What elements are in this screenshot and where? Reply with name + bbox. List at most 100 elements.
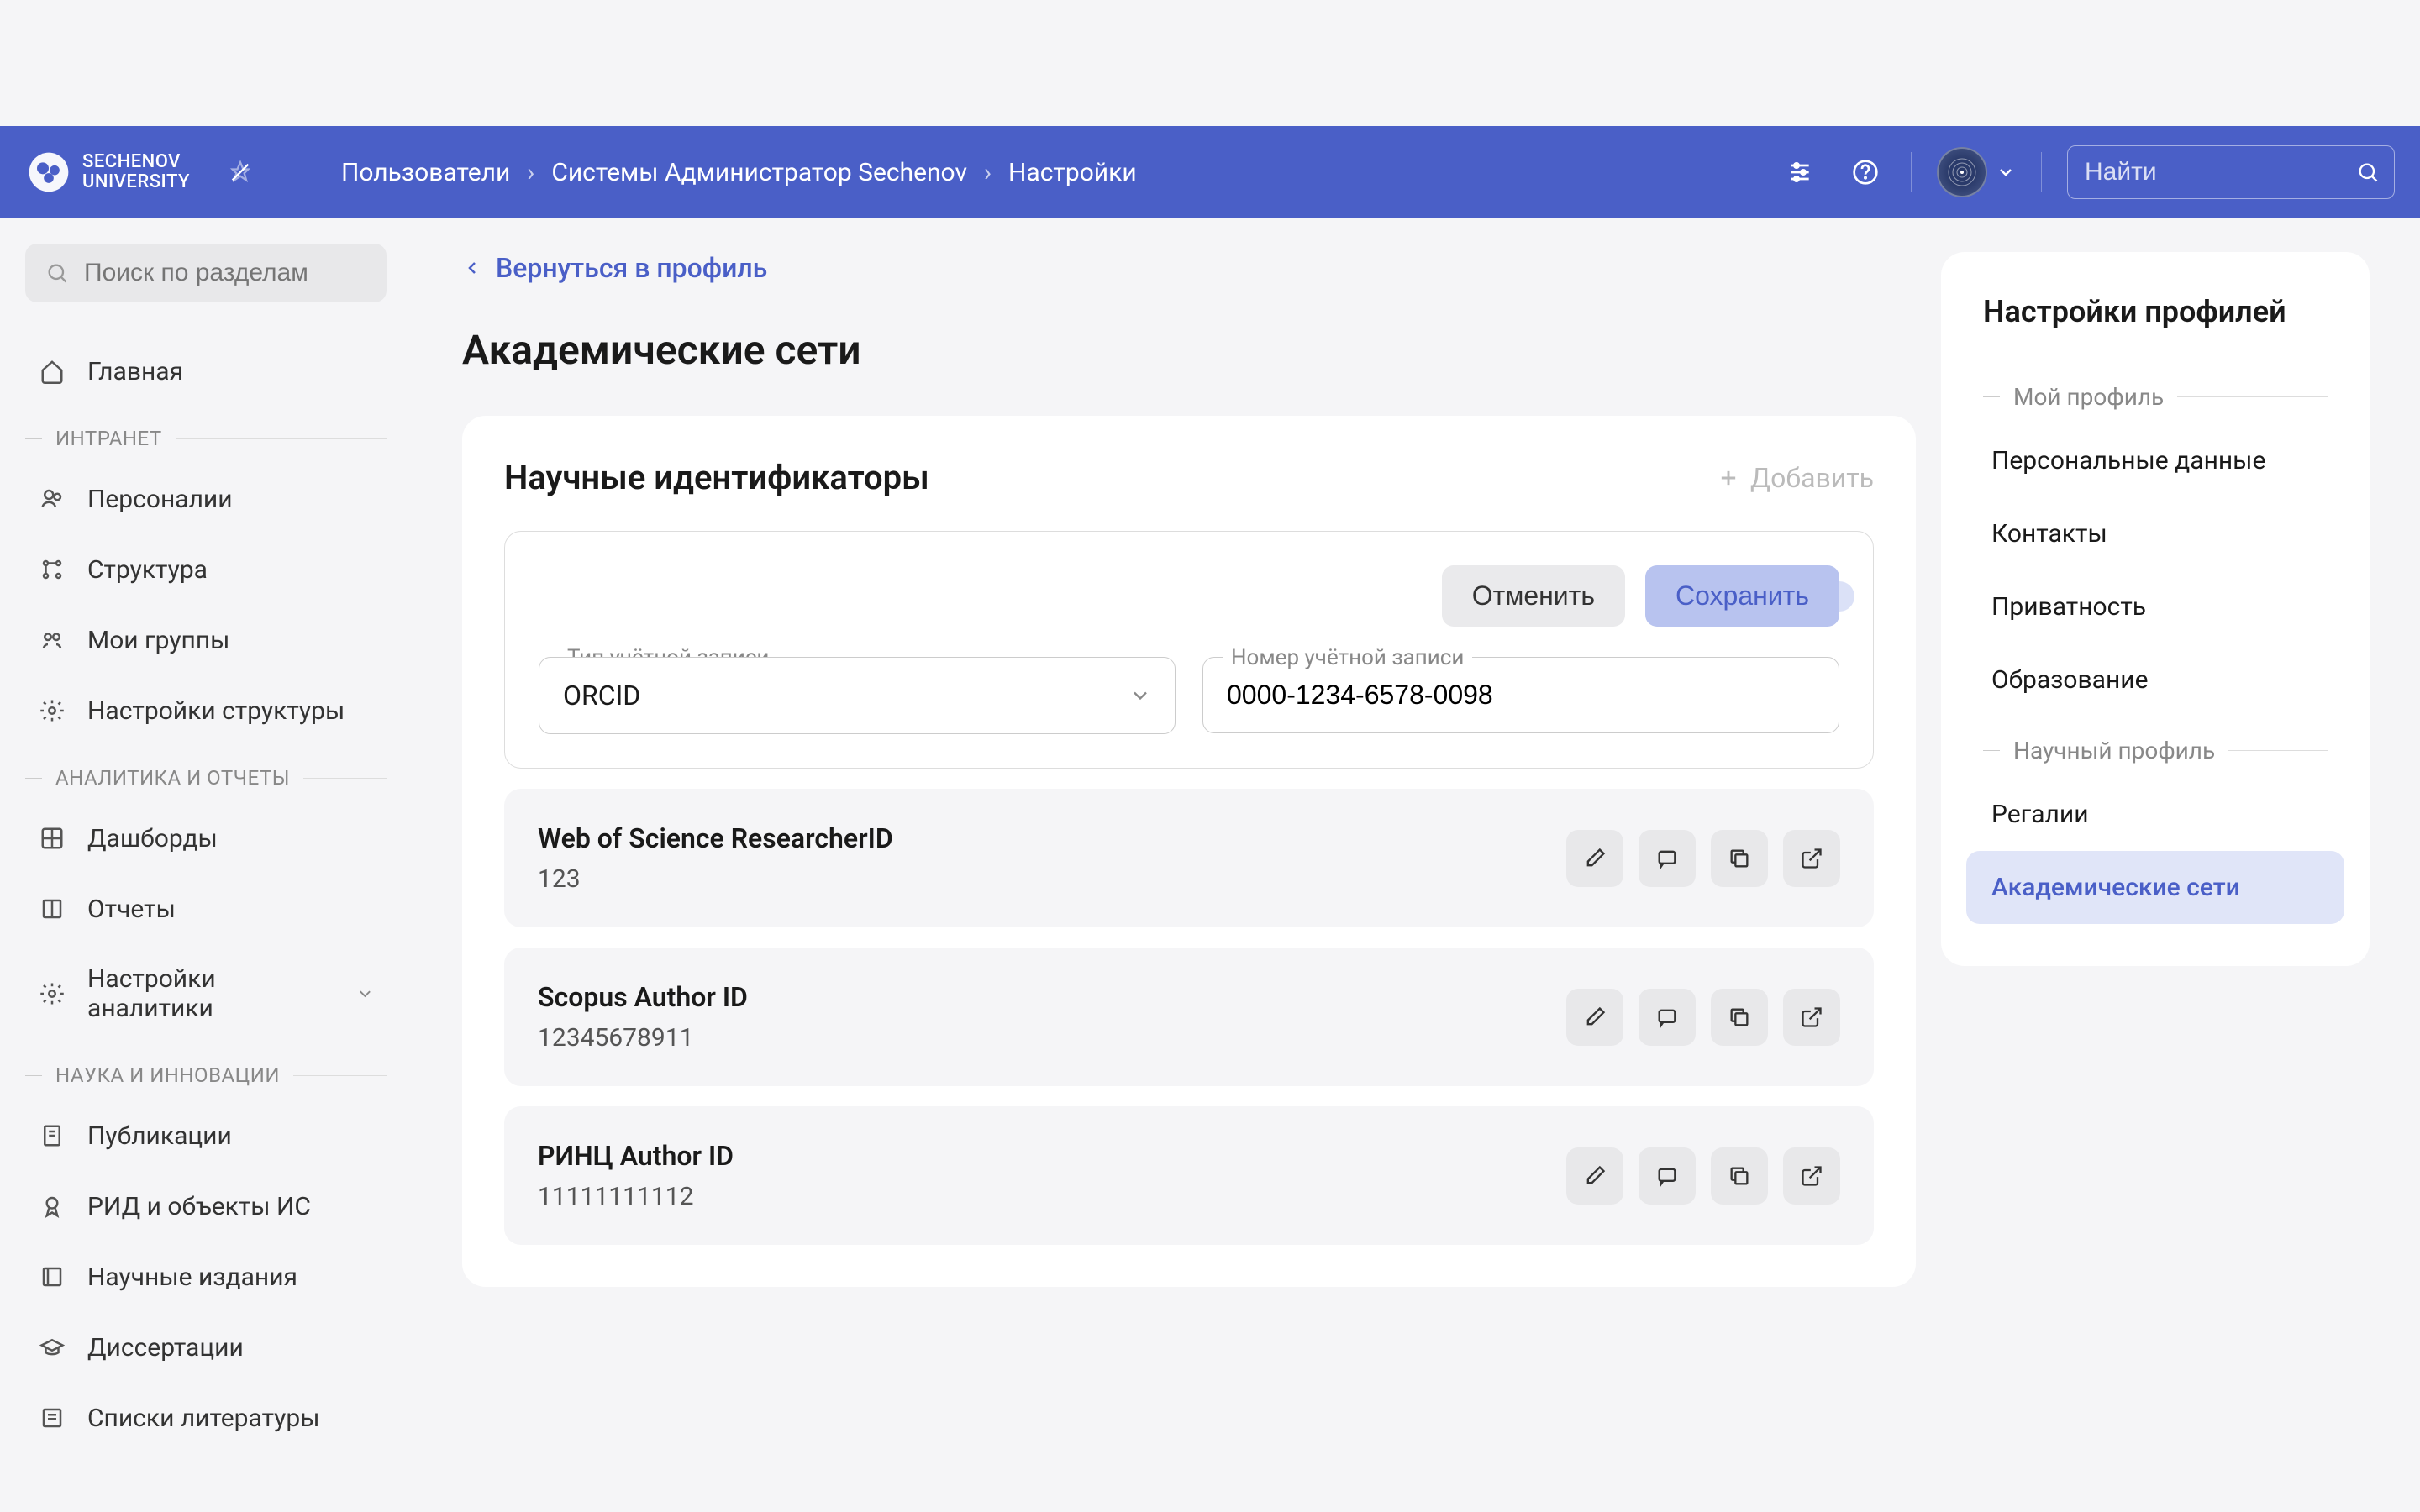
user-menu[interactable] [1937, 147, 2016, 197]
edit-button[interactable] [1566, 830, 1623, 887]
sliders-icon [1786, 159, 1813, 186]
chevron-down-icon [1996, 162, 2016, 182]
nav-label: Персоналии [87, 485, 233, 514]
fingerprint-icon [1945, 155, 1979, 189]
pin-icon [229, 160, 252, 184]
identifier-name: Web of Science ResearcherID [538, 822, 893, 854]
identifier-value: 11111111112 [538, 1182, 734, 1211]
external-link-button[interactable] [1783, 1147, 1840, 1205]
avatar [1937, 147, 1987, 197]
panel-item-regalia[interactable]: Регалии [1966, 778, 2344, 851]
copy-button[interactable] [1711, 989, 1768, 1046]
home-icon [37, 356, 67, 386]
nav-publications[interactable]: Публикации [25, 1100, 387, 1171]
save-button[interactable]: Сохранить [1645, 565, 1839, 627]
account-type-select[interactable]: ORCID [539, 657, 1176, 734]
panel-item-privacy[interactable]: Приватность [1966, 570, 2344, 643]
divider [2041, 152, 2042, 192]
breadcrumb-item[interactable]: Пользователи [341, 158, 510, 187]
award-icon [37, 1191, 67, 1221]
identifier-value: 12345678911 [538, 1023, 748, 1053]
breadcrumbs: Пользователи › Системы Администратор Sec… [341, 158, 1780, 187]
search-icon [2356, 160, 2380, 184]
pencil-icon [1583, 1164, 1607, 1188]
profile-settings-panel: Настройки профилей Мой профиль Персональ… [1941, 252, 2370, 966]
account-number-label: Номер учётной записи [1223, 645, 1472, 670]
chevron-right-icon: › [984, 158, 992, 187]
nav-label: Отчеты [87, 895, 176, 924]
nav-dissertations[interactable]: Диссертации [25, 1312, 387, 1383]
nav-personnel[interactable]: Персоналии [25, 464, 387, 534]
nav-structure[interactable]: Структура [25, 534, 387, 605]
gear-icon [37, 979, 67, 1009]
copy-icon [1728, 847, 1751, 870]
logo-text-1: SECHENOV [82, 152, 190, 172]
nav-label: Главная [87, 357, 183, 386]
comment-button[interactable] [1639, 1147, 1696, 1205]
pencil-icon [1583, 847, 1607, 870]
edit-button[interactable] [1566, 1147, 1623, 1205]
sidebar-search-input[interactable] [25, 244, 387, 302]
identifier-name: РИНЦ Author ID [538, 1140, 734, 1172]
logo-text-2: UNIVERSITY [82, 172, 190, 192]
chevron-left-icon [462, 258, 482, 278]
report-icon [37, 894, 67, 924]
divider [1911, 152, 1912, 192]
graduation-icon [37, 1332, 67, 1362]
nav-groups[interactable]: Мои группы [25, 605, 387, 675]
copy-button[interactable] [1711, 830, 1768, 887]
nav-bibliography[interactable]: Списки литературы [25, 1383, 387, 1453]
nav-label: Настройки структуры [87, 696, 345, 726]
external-link-icon [1800, 847, 1823, 870]
cancel-button[interactable]: Отменить [1442, 565, 1625, 627]
edit-button[interactable] [1566, 989, 1623, 1046]
sidebar: Главная ИНТРАНЕТ Персоналии Структура Мо… [0, 218, 412, 1478]
structure-icon [37, 554, 67, 585]
identifier-row: Scopus Author ID 12345678911 [504, 948, 1874, 1086]
panel-item-contacts[interactable]: Контакты [1966, 497, 2344, 570]
pencil-icon [1583, 1005, 1607, 1029]
copy-icon [1728, 1005, 1751, 1029]
nav-label: Научные издания [87, 1263, 297, 1292]
global-search-input[interactable] [2067, 145, 2395, 199]
nav-label: Диссертации [87, 1333, 244, 1362]
dashboard-icon [37, 823, 67, 853]
comment-button[interactable] [1639, 989, 1696, 1046]
help-icon [1852, 159, 1879, 186]
nav-label: РИД и объекты ИС [87, 1192, 311, 1221]
logo-icon [25, 149, 72, 196]
copy-button[interactable] [1711, 1147, 1768, 1205]
nav-journals[interactable]: Научные издания [25, 1242, 387, 1312]
nav-rid[interactable]: РИД и объекты ИС [25, 1171, 387, 1242]
list-icon [37, 1403, 67, 1433]
identifier-name: Scopus Author ID [538, 981, 748, 1013]
panel-section: Научный профиль [1966, 717, 2344, 778]
external-link-button[interactable] [1783, 989, 1840, 1046]
panel-item-education[interactable]: Образование [1966, 643, 2344, 717]
nav-label: Структура [87, 555, 208, 585]
settings-button[interactable] [1780, 152, 1820, 192]
back-link[interactable]: Вернуться в профиль [462, 252, 1916, 284]
nav-label: Настройки аналитики [87, 964, 335, 1023]
nav-analytics-settings[interactable]: Настройки аналитики [25, 944, 387, 1043]
nav-dashboards[interactable]: Дашборды [25, 803, 387, 874]
edit-identifier-form: Отменить Сохранить Тип учётной записи OR… [504, 531, 1874, 769]
external-link-button[interactable] [1783, 830, 1840, 887]
help-button[interactable] [1845, 152, 1886, 192]
comment-icon [1655, 1005, 1679, 1029]
panel-item-personal[interactable]: Персональные данные [1966, 424, 2344, 497]
panel-item-academic-networks[interactable]: Академические сети [1966, 851, 2344, 924]
plus-icon [1717, 466, 1740, 490]
page-title: Академические сети [462, 326, 1916, 374]
nav-structure-settings[interactable]: Настройки структуры [25, 675, 387, 746]
identifier-row: Web of Science ResearcherID 123 [504, 789, 1874, 927]
breadcrumb-item[interactable]: Системы Администратор Sechenov [551, 158, 967, 187]
nav-reports[interactable]: Отчеты [25, 874, 387, 944]
comment-button[interactable] [1639, 830, 1696, 887]
add-button[interactable]: Добавить [1717, 462, 1874, 494]
nav-home[interactable]: Главная [25, 336, 387, 407]
card-title: Научные идентификаторы [504, 458, 929, 497]
pin-button[interactable] [224, 155, 257, 189]
nav-label: Мои группы [87, 626, 229, 655]
breadcrumb-item[interactable]: Настройки [1008, 158, 1137, 187]
